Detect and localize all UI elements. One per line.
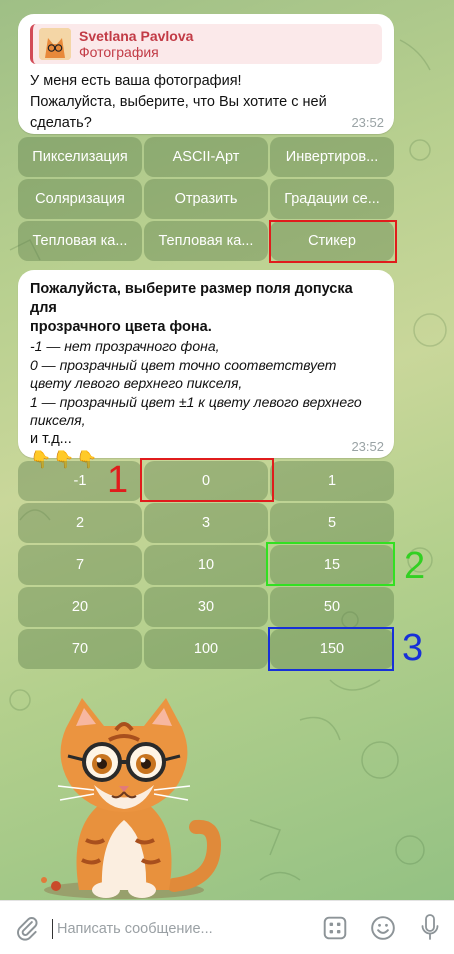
bot-message-photo-received: Svetlana Pavlova Фотография У меня есть … — [18, 14, 394, 134]
button-tolerance[interactable]: 100 — [144, 629, 268, 669]
paperclip-icon[interactable] — [14, 915, 40, 941]
button-tolerance[interactable]: 30 — [144, 587, 268, 627]
bot-message-tolerance: Пожалуйста, выберите размер поля допуска… — [18, 270, 394, 469]
annotation-label-3: 3 — [402, 627, 424, 669]
photo-thumbnail — [39, 28, 71, 60]
microphone-icon[interactable] — [418, 913, 442, 943]
message-text-line: 1 — прозрачный цвет ±1 к цвету левого ве… — [30, 393, 362, 410]
button-invert[interactable]: Инвертиров... — [270, 137, 394, 177]
button-solarize[interactable]: Соляризация — [18, 179, 142, 219]
message-time: 23:52 — [351, 115, 384, 130]
button-tolerance[interactable]: 50 — [270, 587, 394, 627]
cat-sticker-image[interactable] — [24, 690, 224, 902]
annotation-label-2: 2 — [404, 545, 426, 587]
button-sticker[interactable]: Стикер — [270, 221, 394, 261]
message-text-line: пикселя, — [30, 412, 86, 428]
button-tolerance[interactable]: 20 — [18, 587, 142, 627]
message-title-line: прозрачного цвета фона. — [30, 319, 212, 335]
button-tolerance[interactable]: 1 — [270, 461, 394, 501]
button-tolerance[interactable]: 5 — [270, 503, 394, 543]
bot-keyboard-icon[interactable] — [322, 915, 348, 941]
reply-preview-type: Фотография — [79, 44, 159, 60]
message-text-line: 0 — прозрачный цвет точно соответствует — [30, 356, 337, 373]
button-tolerance[interactable]: 3 — [144, 503, 268, 543]
button-tolerance[interactable]: 10 — [144, 545, 268, 585]
message-time: 23:52 — [351, 439, 384, 454]
message-title-line: Пожалуйста, выберите размер поля допуска… — [30, 281, 353, 316]
button-heatmap-2[interactable]: Тепловая ка... — [144, 221, 268, 261]
message-composer: Написать сообщение... — [0, 900, 454, 954]
message-text-line: сделать? — [30, 115, 92, 131]
message-text: У меня есть ваша фотография! Пожалуйста,… — [30, 71, 382, 134]
button-grayscale[interactable]: Градации се... — [270, 179, 394, 219]
button-tolerance[interactable]: 2 — [18, 503, 142, 543]
button-tolerance[interactable]: 15 — [270, 545, 394, 585]
button-heatmap-1[interactable]: Тепловая ка... — [18, 221, 142, 261]
button-pixelize[interactable]: Пикселизация — [18, 137, 142, 177]
message-input[interactable]: Написать сообщение... — [52, 919, 213, 939]
button-mirror[interactable]: Отразить — [144, 179, 268, 219]
reply-author: Svetlana Pavlova — [79, 28, 194, 44]
smiley-icon[interactable] — [370, 915, 396, 941]
button-ascii-art[interactable]: ASCII-Арт — [144, 137, 268, 177]
message-text-line: У меня есть ваша фотография! — [30, 73, 242, 89]
message-text-line: -1 — нет прозрачного фона, — [30, 338, 220, 354]
message-text-line: цвету левого верхнего пикселя, — [30, 375, 243, 391]
message-text-line: и т.д... — [30, 430, 72, 447]
button-tolerance[interactable]: 70 — [18, 629, 142, 669]
message-text-line: Пожалуйста, выберите, что Вы хотите с не… — [30, 94, 327, 110]
reply-preview[interactable]: Svetlana Pavlova Фотография — [30, 24, 382, 64]
chat-area: Svetlana Pavlova Фотография У меня есть … — [0, 0, 454, 900]
button-tolerance[interactable]: 0 — [144, 461, 268, 501]
annotation-label-1: 1 — [107, 459, 129, 501]
button-tolerance[interactable]: 7 — [18, 545, 142, 585]
button-tolerance[interactable]: 150 — [270, 629, 394, 669]
